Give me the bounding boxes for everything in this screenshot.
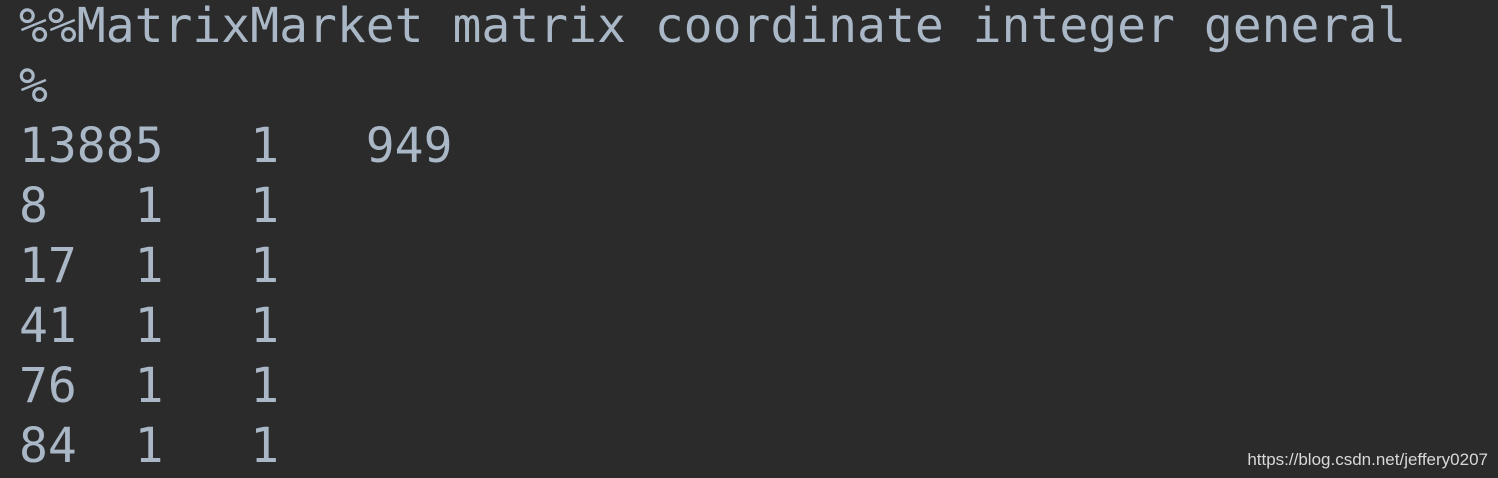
file-content: %%MatrixMarket matrix coordinate integer…	[19, 0, 1406, 476]
entry-line: 17 1 1	[19, 238, 280, 294]
watermark-url: https://blog.csdn.net/jeffery0207	[1247, 450, 1488, 469]
code-editor[interactable]: %%MatrixMarket matrix coordinate integer…	[0, 0, 1498, 478]
header-line: %%MatrixMarket matrix coordinate integer…	[19, 0, 1407, 54]
size-line: 13885 1 949	[19, 118, 453, 174]
entry-line: 84 1 1	[19, 418, 280, 474]
comment-line: %	[19, 58, 48, 114]
entry-line: 8 1 1	[19, 178, 280, 234]
entry-line: 41 1 1	[19, 298, 280, 354]
entry-line: 76 1 1	[19, 358, 280, 414]
